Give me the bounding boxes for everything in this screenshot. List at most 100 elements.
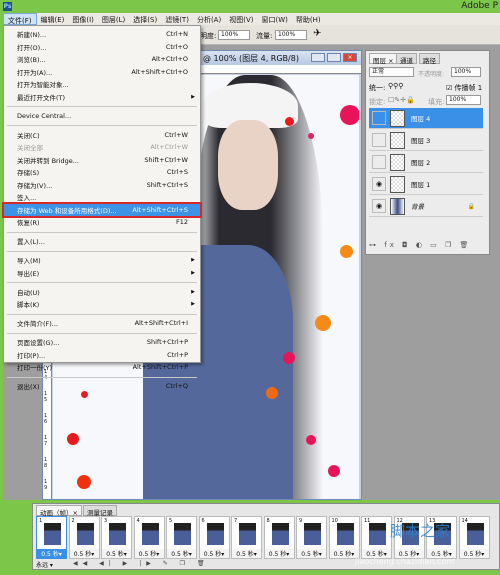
menu-item[interactable]: 恢复(R) F12 (4, 216, 200, 229)
menu-item[interactable]: 置入(L)... (4, 235, 200, 248)
animation-frame[interactable]: 2 0.5 秒▾ (68, 516, 100, 559)
menu-item[interactable]: 退出(X) Ctrl+Q (4, 380, 200, 393)
menu-item[interactable]: 导出(E) ▶ (4, 267, 200, 280)
menu-item-shortcut: Ctrl+Q (165, 382, 188, 391)
menu-item[interactable]: 关闭(C) Ctrl+W (4, 129, 200, 142)
frame-number: 1 (39, 518, 43, 524)
menu-item[interactable]: 导入(M) ▶ (4, 254, 200, 267)
menu-item[interactable]: Device Central... (4, 110, 200, 123)
frame-duration[interactable]: 0.5 秒▾ (102, 549, 131, 558)
tab-channels[interactable]: 通道 (396, 53, 417, 65)
menubar-item-1[interactable]: 编辑(E) (37, 13, 69, 25)
menubar-item-2[interactable]: 图像(I) (68, 13, 98, 25)
frame-duration[interactable]: 0.5 秒▾ (232, 549, 261, 558)
flow-field[interactable]: 100% (275, 30, 307, 40)
flow-label: 流量: (256, 32, 273, 40)
menu-item[interactable]: 页面设置(G)... Shift+Ctrl+P (4, 336, 200, 349)
close-button[interactable]: × (343, 53, 357, 62)
layer-row[interactable]: ◉ 背景 🔒 (369, 196, 483, 217)
eye-icon[interactable] (372, 133, 386, 147)
menubar-item-3[interactable]: 图层(L) (98, 13, 129, 25)
menu-item[interactable]: 打开为智能对象... (4, 78, 200, 91)
menu-item-label: Device Central... (17, 111, 72, 120)
layer-row[interactable]: 图层 3 (369, 130, 483, 151)
menu-item[interactable]: 脚本(K) ▶ (4, 298, 200, 311)
frame-duration[interactable]: 0.5 秒▾ (167, 549, 196, 558)
animation-frame[interactable]: 11 0.5 秒▾ (361, 516, 392, 559)
frame-duration[interactable]: 0.5 秒▾ (69, 549, 99, 558)
menu-item[interactable]: 打开为(A)... Alt+Shift+Ctrl+O (4, 66, 200, 79)
menu-item[interactable]: 新建(N)... Ctrl+N (4, 28, 200, 41)
layer-actions-bar[interactable]: ⊶ fx ◘ ◐ ▭ ❐ 🗑 (369, 241, 487, 249)
animation-frame[interactable]: 6 0.5 秒▾ (198, 516, 230, 559)
menu-item[interactable]: 文件简介(F)... Alt+Shift+Ctrl+I (4, 317, 200, 330)
tab-animation[interactable]: 动画（帧）× (36, 505, 82, 517)
animation-frame[interactable]: 10 0.5 秒▾ (328, 516, 360, 559)
tab-paths[interactable]: 路径 (419, 53, 440, 65)
animation-frame[interactable]: 9 0.5 秒▾ (296, 516, 327, 559)
tab-layers[interactable]: 图层 × (369, 53, 398, 65)
animation-frame[interactable]: 7 0.5 秒▾ (231, 516, 262, 559)
eye-icon[interactable]: ◉ (372, 177, 386, 191)
menubar-item-0[interactable]: 文件(F) (3, 13, 37, 25)
animation-frame[interactable]: 4 0.5 秒▾ (133, 516, 165, 559)
unify-icons[interactable]: ⚲⚲⚲ (388, 82, 403, 90)
submenu-arrow-icon: ▶ (191, 301, 195, 308)
menu-item[interactable]: 关闭全部 Alt+Ctrl+W (4, 141, 200, 154)
menu-item[interactable]: 存储为(V)... Shift+Ctrl+S (4, 179, 200, 192)
menubar-item-6[interactable]: 分析(A) (193, 13, 225, 25)
airbrush-icon[interactable]: ✈ (313, 28, 321, 39)
frame-duration[interactable]: 0.5 秒▾ (459, 549, 489, 558)
fill-label: 填充: (428, 98, 445, 106)
eye-icon[interactable] (372, 155, 386, 169)
menubar-item-7[interactable]: 视图(V) (225, 13, 257, 25)
layer-opacity-field[interactable]: 100% (451, 67, 481, 77)
maximize-button[interactable] (327, 53, 341, 62)
lock-icons[interactable]: ☐✎✛🔒 (388, 96, 415, 104)
menu-item-label: 导入(M) (17, 257, 41, 266)
minimize-button[interactable] (311, 53, 325, 62)
menu-item[interactable]: 关闭并转到 Bridge... Shift+Ctrl+W (4, 154, 200, 167)
layers-panel: 图层 × 通道 路径 正常 不透明度: 100% 统一: ⚲⚲⚲ ☑ 传播帧 1… (365, 50, 490, 255)
animation-frame[interactable]: 5 0.5 秒▾ (166, 516, 197, 559)
menubar-item-8[interactable]: 窗口(W) (257, 13, 291, 25)
menu-item[interactable]: 签入... (4, 191, 200, 204)
menu-item[interactable]: 最近打开文件(T) ▶ (4, 91, 200, 104)
menu-item[interactable]: 自动(U) ▶ (4, 286, 200, 299)
frame-thumbnail (44, 523, 61, 545)
animation-frame[interactable]: 8 0.5 秒▾ (263, 516, 295, 559)
menu-item[interactable]: 打印(P)... Ctrl+P (4, 349, 200, 362)
playback-controls[interactable]: ◀◀ ◀| ▶ |▶ ✎ ❐ 🗑 (73, 560, 210, 567)
menu-item[interactable]: 存储为 Web 和设备所用格式(D)... Alt+Shift+Ctrl+S (2, 201, 202, 218)
frame-duration[interactable]: 0.5 秒▾ (134, 549, 164, 558)
frame-duration[interactable]: 0.5 秒▾ (199, 549, 229, 558)
layer-row[interactable]: ◉ 图层 1 (369, 174, 483, 195)
eye-icon[interactable] (372, 111, 386, 125)
menubar-item-9[interactable]: 帮助(H) (292, 13, 325, 25)
opacity-field[interactable]: 100% (218, 30, 250, 40)
menubar-item-4[interactable]: 选择(S) (129, 13, 161, 25)
menu-item[interactable]: 存储(S) Ctrl+S (4, 166, 200, 179)
animation-frame[interactable]: 1 0.5 秒▾ (36, 516, 67, 559)
layer-row[interactable]: 图层 2 (369, 152, 483, 173)
layer-row[interactable]: 图层 4 (369, 108, 483, 129)
propagate-checkbox[interactable]: ☑ 传播帧 1 (446, 83, 482, 93)
layer-thumbnail (390, 109, 405, 127)
menu-item[interactable]: 打开(O)... Ctrl+O (4, 41, 200, 54)
ruler-tick: 19 (44, 479, 48, 491)
menubar-item-5[interactable]: 滤镜(T) (161, 13, 193, 25)
menu-item[interactable]: 浏览(B)... Alt+Ctrl+O (4, 53, 200, 66)
tab-measurement-log[interactable]: 测量记录 (83, 505, 117, 517)
frame-duration[interactable]: 0.5 秒▾ (37, 549, 66, 558)
animation-frame[interactable]: 14 0.5 秒▾ (458, 516, 490, 559)
blend-mode-select[interactable]: 正常 (369, 67, 414, 77)
frame-duration[interactable]: 0.5 秒▾ (297, 549, 326, 558)
fill-field[interactable]: 100% (446, 95, 481, 105)
menu-item-shortcut: F12 (175, 218, 188, 227)
loop-select[interactable]: 永远 ▾ (36, 560, 53, 569)
menu-item[interactable]: 打印一份(Y) Alt+Shift+Ctrl+P (4, 361, 200, 374)
lock-label: 锁定: (369, 98, 386, 106)
frame-duration[interactable]: 0.5 秒▾ (264, 549, 294, 558)
animation-frame[interactable]: 3 0.5 秒▾ (101, 516, 132, 559)
eye-icon[interactable]: ◉ (372, 199, 386, 213)
